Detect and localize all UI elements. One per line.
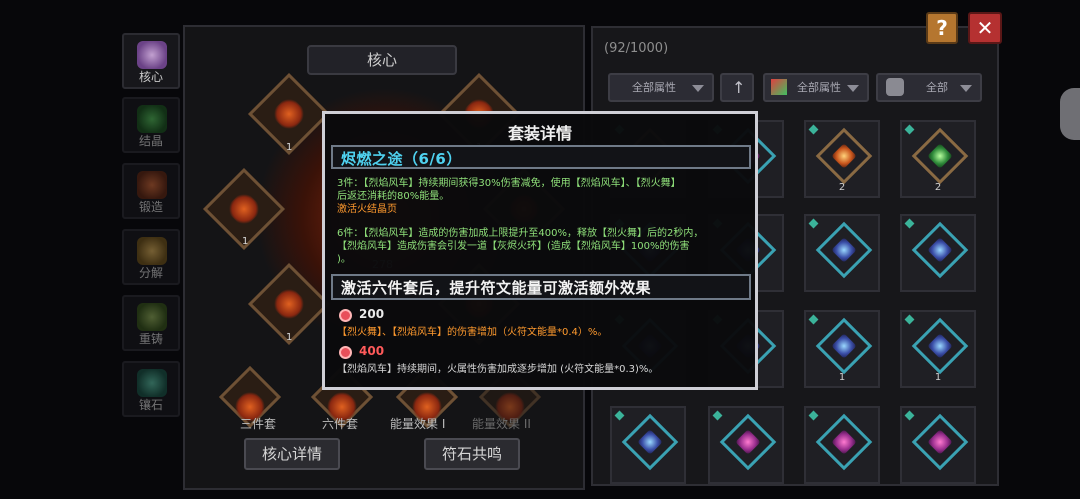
rune-resonance-button[interactable]: 符石共鸣 <box>424 438 520 470</box>
nav-label: 重铸 <box>138 332 163 346</box>
energy1-text: 【烈火舞】、【烈焰风车】的伤害增加（火符文能量*0.4）%。 <box>337 327 608 338</box>
decompose-icon <box>137 237 167 265</box>
close-button[interactable]: ✕ <box>968 12 1002 44</box>
three-piece-line: 后返还消耗的80%能量。 <box>337 191 450 202</box>
slot-count: 1 <box>286 332 293 343</box>
sort-button[interactable]: ↑ <box>720 73 754 102</box>
tab-energy-2[interactable]: 能量效果 II <box>472 415 531 432</box>
inventory-item[interactable] <box>900 406 976 484</box>
nav-label: 结晶 <box>138 134 163 148</box>
item-count: 1 <box>838 372 846 383</box>
energy-header: 激活六件套后，提升符文能量可激活额外效果 <box>331 274 751 300</box>
inventory-item[interactable]: 2 <box>804 120 880 198</box>
chevron-down-icon <box>847 85 859 92</box>
fire-rune-icon <box>339 346 352 359</box>
energy1-value: 200 <box>359 307 385 321</box>
rune-gem-icon <box>815 127 873 185</box>
nav-core[interactable]: 核心 <box>122 33 180 89</box>
item-count: 2 <box>838 182 846 193</box>
new-marker-icon <box>712 410 723 421</box>
inventory-item[interactable] <box>708 406 784 484</box>
inventory-item[interactable] <box>804 406 880 484</box>
tab-energy-1[interactable]: 能量效果 I <box>390 415 445 432</box>
inventory-item[interactable]: 1 <box>900 310 976 388</box>
inventory-item[interactable] <box>804 214 880 292</box>
nav-label: 镶石 <box>138 398 163 412</box>
new-marker-icon <box>808 314 819 325</box>
nav-forge[interactable]: 锻造 <box>122 163 180 219</box>
new-marker-icon <box>808 218 819 229</box>
set-details-popup: 套装详情 烬燃之途（6/6） 3件：【烈焰风车】持续期间获得30%伤害减免，使用… <box>322 111 758 390</box>
inventory-item[interactable] <box>610 406 686 484</box>
inventory-item[interactable]: 1 <box>804 310 880 388</box>
vase-icon <box>137 41 167 69</box>
inventory-item[interactable] <box>900 214 976 292</box>
help-button[interactable]: ? <box>926 12 958 44</box>
new-marker-icon <box>904 218 915 229</box>
filter-label: 全部属性 <box>797 81 841 94</box>
new-marker-icon <box>904 314 915 325</box>
six-piece-line: 【烈焰风车】造成伤害会引发一道【灰烬火环】(造成【烈焰风车】100%的伤害 <box>337 241 690 252</box>
nav-decompose[interactable]: 分解 <box>122 229 180 285</box>
crystal-icon <box>137 105 167 133</box>
chevron-down-icon <box>960 85 972 92</box>
inventory-item[interactable]: 2 <box>900 120 976 198</box>
new-marker-icon <box>904 124 915 135</box>
chevron-down-icon <box>692 85 704 92</box>
inlay-icon <box>137 369 167 397</box>
new-marker-icon <box>614 410 625 421</box>
nav-label: 锻造 <box>138 200 163 214</box>
rune-gem-icon <box>815 317 873 375</box>
item-count: 2 <box>934 182 942 193</box>
recast-icon <box>137 303 167 331</box>
set-name: 烬燃之途（6/6） <box>341 150 462 168</box>
rune-gem-icon <box>911 221 969 279</box>
core-title: 核心 <box>307 45 457 75</box>
forge-icon <box>137 171 167 199</box>
new-marker-icon <box>808 124 819 135</box>
monster-icon <box>886 78 904 96</box>
tab-three-piece[interactable]: 三件套 <box>240 415 276 432</box>
item-count: 1 <box>934 372 942 383</box>
slot-count: 1 <box>286 142 293 153</box>
nav-inlay[interactable]: 镶石 <box>122 361 180 417</box>
nav-label: 分解 <box>138 266 163 280</box>
element-filter[interactable]: 全部属性 <box>763 73 869 102</box>
rune-gem-icon <box>911 413 969 471</box>
three-piece-activate: 激活火结晶页 <box>337 204 397 215</box>
rune-gem-icon <box>621 413 679 471</box>
energy2-value: 400 <box>359 344 385 358</box>
six-piece-line: )。 <box>337 254 351 265</box>
rune-gem-icon <box>911 317 969 375</box>
three-piece-line: 3件：【烈焰风车】持续期间获得30%伤害减免，使用【烈焰风车】、【烈火舞】 <box>337 178 681 189</box>
new-marker-icon <box>904 410 915 421</box>
energy2-text: 【烈焰风车】持续期间，火属性伤害加成逐步增加 (火符文能量*0.3)%。 <box>337 364 659 375</box>
rune-gem-icon <box>911 127 969 185</box>
type-filter[interactable]: 全部 <box>876 73 982 102</box>
attribute-filter[interactable]: 全部属性 <box>608 73 714 102</box>
inventory-count: (92/1000) <box>604 41 669 56</box>
new-marker-icon <box>808 410 819 421</box>
energy-header-text: 激活六件套后，提升符文能量可激活额外效果 <box>341 279 652 297</box>
rune-gem-icon <box>719 413 777 471</box>
core-details-button[interactable]: 核心详情 <box>244 438 340 470</box>
nav-recast[interactable]: 重铸 <box>122 295 180 351</box>
arrow-up-icon: ↑ <box>732 78 746 97</box>
nav-label: 核心 <box>138 70 163 84</box>
slot-count: 1 <box>242 236 249 247</box>
element-icon <box>771 79 787 95</box>
filter-label: 全部 <box>926 81 948 94</box>
rune-gem-icon <box>815 413 873 471</box>
rune-gem-icon <box>815 221 873 279</box>
popup-title: 套装详情 <box>507 124 572 143</box>
side-drawer-handle[interactable] <box>1060 88 1080 140</box>
nav-crystal[interactable]: 结晶 <box>122 97 180 153</box>
fire-rune-icon <box>339 309 352 322</box>
six-piece-line: 6件：【烈焰风车】造成的伤害加成上限提升至400%，释放【烈火舞】后的2秒内， <box>337 228 704 239</box>
tab-six-piece[interactable]: 六件套 <box>322 415 358 432</box>
filter-label: 全部属性 <box>632 81 676 94</box>
set-name-header: 烬燃之途（6/6） <box>331 145 751 169</box>
